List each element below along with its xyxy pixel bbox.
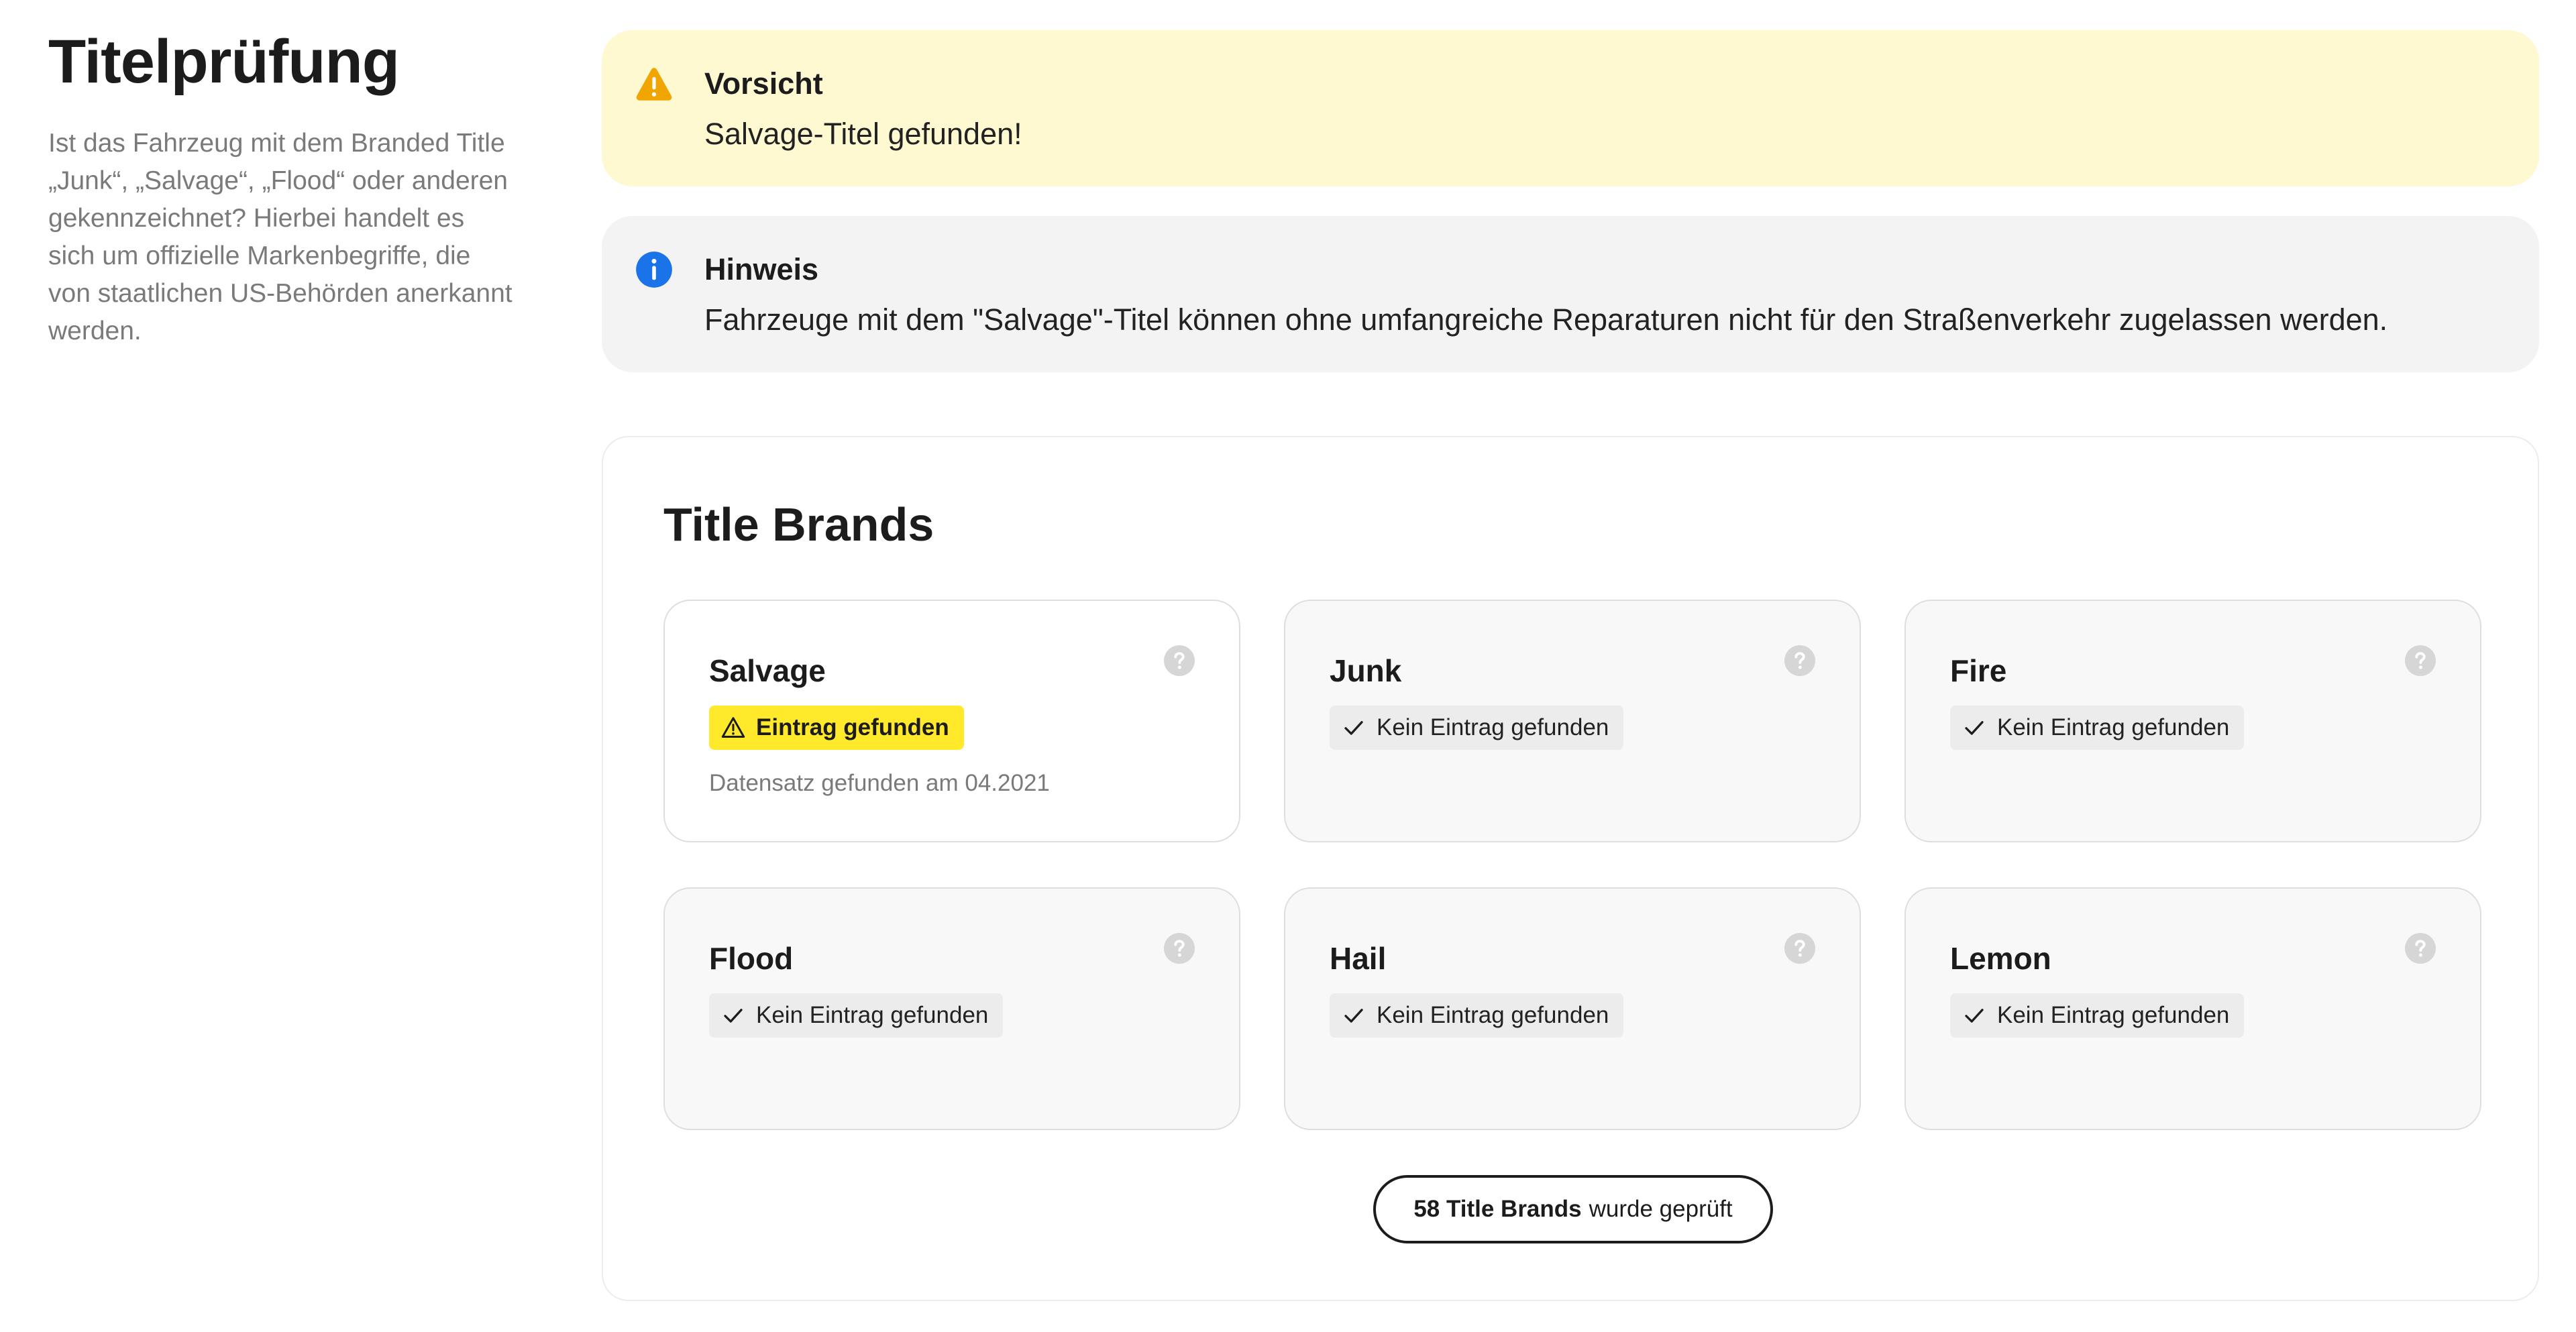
found-badge: Eintrag gefunden [709,706,964,750]
checked-count: 58 Title Brands [1413,1196,1582,1222]
brand-card-junk: Junk Kein Eintrag gefunden [1284,600,1861,842]
page-description: Ist das Fahrzeug mit dem Branded Title „… [48,128,513,345]
warning-text: Salvage-Titel gefunden! [704,117,1022,151]
brand-card-name: Flood [709,941,794,976]
checked-brands-button[interactable]: 58 Title Brands wurde geprüft [1373,1175,1773,1243]
brand-card-fire: Fire Kein Eintrag gefunden [1904,600,2481,842]
intro-section: Titelprüfung Ist das Fahrzeug mit dem Br… [48,27,518,350]
record-date: Datensatz gefunden am 04.2021 [709,770,1050,796]
brand-card-name: Lemon [1950,941,2051,976]
brand-card-flood: Flood Kein Eintrag gefunden [663,887,1240,1130]
info-title: Hinweis [704,252,819,286]
warning-outline-icon [721,717,745,738]
brand-card-name: Salvage [709,653,826,688]
check-icon [1344,721,1363,735]
brand-card-name: Fire [1950,653,2007,688]
help-icon[interactable] [1164,645,1195,676]
warning-icon [636,68,672,101]
badge-label: Kein Eintrag gefunden [1997,714,2230,740]
badge-label: Kein Eintrag gefunden [1377,714,1609,740]
badge-label: Kein Eintrag gefunden [756,1002,989,1028]
warning-alert: Vorsicht Salvage-Titel gefunden! [602,30,2539,186]
check-icon [1344,1009,1363,1023]
help-icon[interactable] [2405,933,2436,964]
brand-card-name: Hail [1330,941,1387,976]
info-alert: Hinweis Fahrzeuge mit dem "Salvage"-Tite… [602,216,2539,372]
help-icon[interactable] [1784,645,1815,676]
help-icon[interactable] [2405,645,2436,676]
check-icon [1965,1009,1984,1023]
badge-label: Eintrag gefunden [756,714,949,740]
checked-suffix: wurde geprüft [1589,1196,1733,1222]
info-text: Fahrzeuge mit dem "Salvage"-Titel können… [704,302,2388,337]
not-found-badge: Kein Eintrag gefunden [1330,993,1624,1038]
not-found-badge: Kein Eintrag gefunden [1950,993,2245,1038]
info-icon [636,252,672,288]
badge-label: Kein Eintrag gefunden [1377,1002,1609,1028]
brand-card-lemon: Lemon Kein Eintrag gefunden [1904,887,2481,1130]
brand-card-name: Junk [1330,653,1402,688]
title-brands-heading: Title Brands [663,498,934,551]
not-found-badge: Kein Eintrag gefunden [1330,706,1624,750]
badge-label: Kein Eintrag gefunden [1997,1002,2230,1028]
brand-card-salvage: Salvage Eintrag gefunden Datensatz gefun… [663,600,1240,842]
warning-title: Vorsicht [704,66,823,101]
not-found-badge: Kein Eintrag gefunden [709,993,1004,1038]
check-icon [724,1009,743,1023]
page-title: Titelprüfung [48,27,400,96]
brand-card-hail: Hail Kein Eintrag gefunden [1284,887,1861,1130]
check-icon [1965,721,1984,735]
not-found-badge: Kein Eintrag gefunden [1950,706,2245,750]
help-icon[interactable] [1164,933,1195,964]
title-brands-panel: Title Brands Salvage Eintrag gefunden Da… [602,436,2539,1301]
help-icon[interactable] [1784,933,1815,964]
